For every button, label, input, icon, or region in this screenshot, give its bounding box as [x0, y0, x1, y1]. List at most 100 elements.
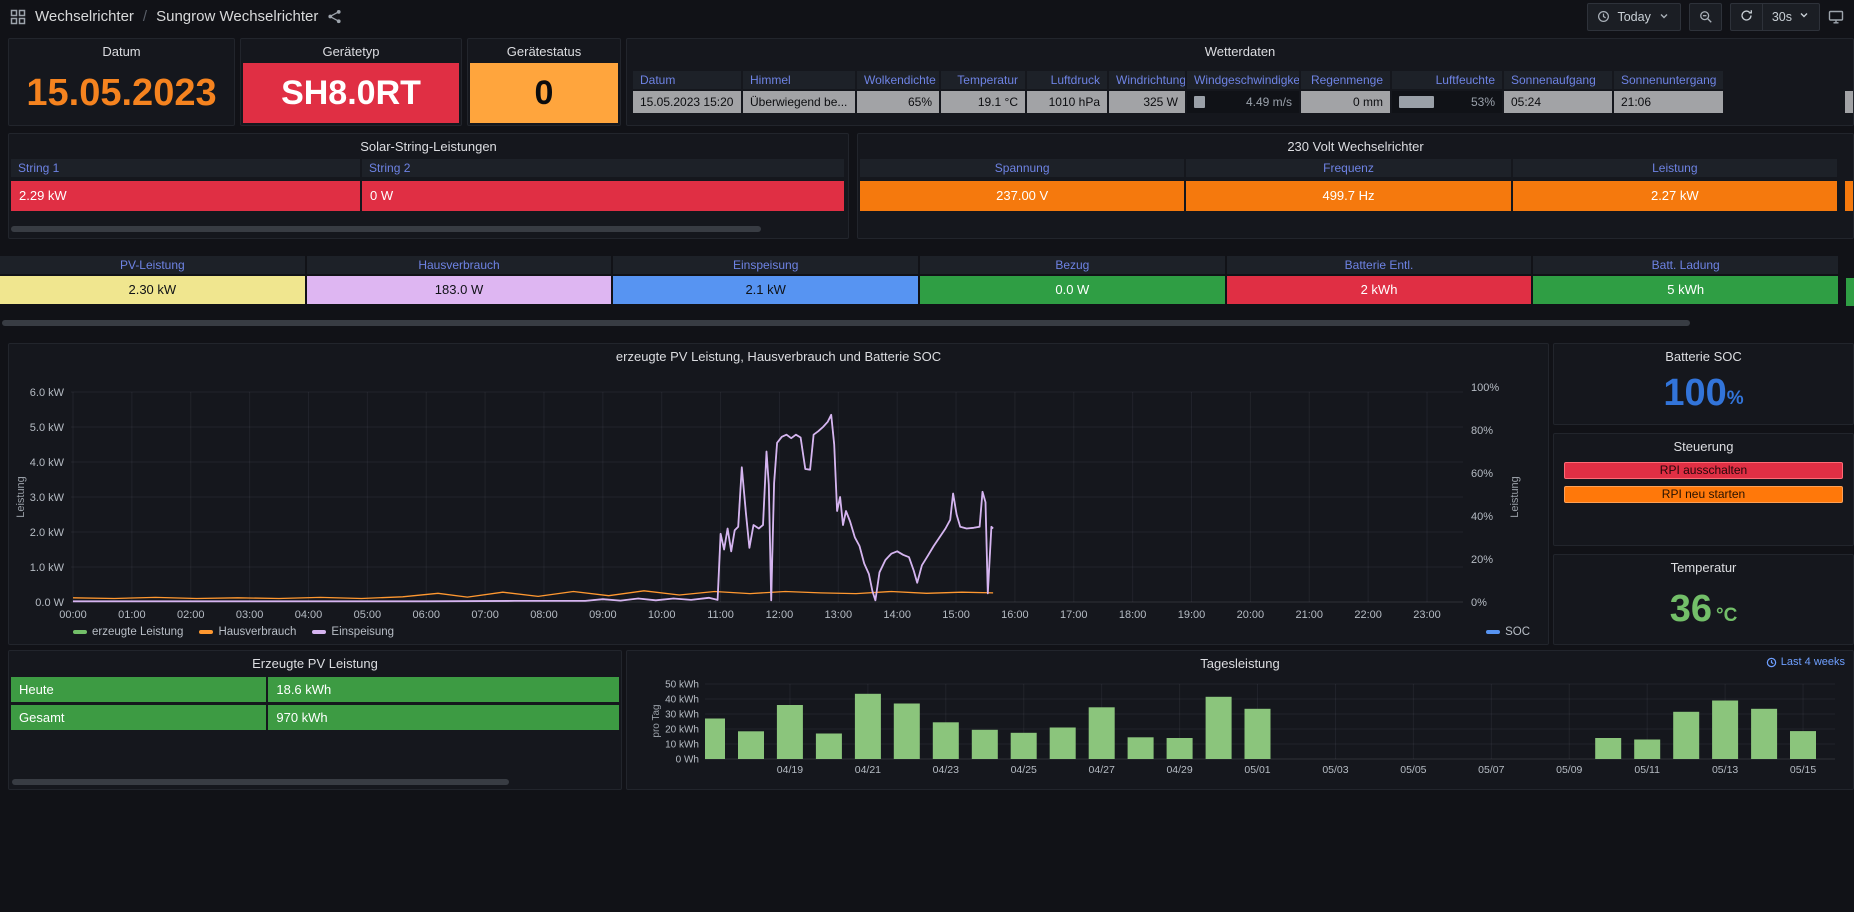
- weather-column: Luftdruck1010 hPa: [1027, 71, 1107, 113]
- flow-column: Batt. Ladung5 kWh: [1533, 256, 1838, 304]
- svg-text:02:00: 02:00: [177, 609, 205, 621]
- zoom-out-icon: [1699, 10, 1712, 23]
- bar: [855, 694, 881, 759]
- svg-text:14:00: 14:00: [883, 609, 911, 621]
- svg-text:1.0 kW: 1.0 kW: [30, 562, 65, 574]
- row-label-cell: Heute: [11, 677, 266, 702]
- panel-tagesleistung: Tagesleistung Last 4 weeks 0 Wh10 kWh20 …: [626, 650, 1854, 790]
- panel-temperatur: Temperatur 36°C: [1553, 554, 1854, 645]
- chart-legend-right: SOC: [1486, 626, 1530, 638]
- share-icon[interactable]: [327, 9, 342, 24]
- soc-number: 100: [1663, 372, 1726, 415]
- row-label-cell: Gesamt: [11, 705, 266, 730]
- time-override-badge: Last 4 weeks: [1766, 656, 1845, 668]
- svg-text:pro Tag: pro Tag: [651, 704, 662, 737]
- svg-text:6.0 kW: 6.0 kW: [30, 387, 65, 399]
- panel-datum: Datum 15.05.2023: [8, 38, 235, 126]
- svg-text:16:00: 16:00: [1001, 609, 1029, 621]
- column-header: Hausverbrauch: [307, 256, 612, 274]
- svg-text:0.0 W: 0.0 W: [35, 597, 64, 609]
- breadcrumb-page: Sungrow Wechselrichter: [156, 8, 318, 25]
- svg-text:0%: 0%: [1471, 597, 1487, 609]
- apps-grid-icon[interactable]: [10, 9, 26, 25]
- horizontal-scrollbar[interactable]: [2, 320, 1690, 326]
- svg-text:13:00: 13:00: [825, 609, 853, 621]
- panel-geraetestatus: Gerätestatus 0: [467, 38, 621, 126]
- horizontal-scrollbar[interactable]: [12, 779, 509, 785]
- refresh-icon: [1740, 9, 1753, 25]
- chevron-down-icon: [1798, 9, 1810, 24]
- refresh-button[interactable]: [1731, 4, 1762, 30]
- panel-title: Tagesleistung: [627, 654, 1853, 673]
- refresh-interval-dropdown[interactable]: 30s: [1762, 4, 1819, 30]
- legend-item[interactable]: SOC: [1486, 626, 1530, 638]
- clock-icon: [1597, 10, 1610, 23]
- bar: [1128, 737, 1154, 759]
- svg-text:01:00: 01:00: [118, 609, 146, 621]
- weather-cell: 21:06: [1614, 91, 1723, 113]
- ac-value-cell: 499.7 Hz: [1186, 181, 1510, 211]
- panel-energy-flow: PV-Leistung2.30 kWHausverbrauch183.0 WEi…: [0, 252, 1854, 336]
- legend-item[interactable]: Einspeisung: [312, 626, 394, 638]
- column-header: Windgeschwindigkeit: [1187, 71, 1299, 89]
- bar-chart-plot[interactable]: 0 Wh10 kWh20 kWh30 kWh40 kWh50 kWh04/190…: [629, 675, 1853, 787]
- panel-title: 230 Volt Wechselrichter: [858, 137, 1853, 156]
- svg-text:21:00: 21:00: [1296, 609, 1324, 621]
- weather-cell: 15.05.2023 15:20: [633, 91, 741, 113]
- legend-item[interactable]: Hausverbrauch: [199, 626, 296, 638]
- zoom-out-button[interactable]: [1689, 3, 1722, 31]
- bar: [816, 734, 842, 760]
- weather-column: Wolkendichte65%: [857, 71, 939, 113]
- column-header: Frequenz: [1186, 159, 1510, 177]
- svg-text:19:00: 19:00: [1178, 609, 1206, 621]
- flow-table: PV-Leistung2.30 kWHausverbrauch183.0 WEi…: [0, 256, 1840, 304]
- panel-steuerung: Steuerung RPI ausschalten RPI neu starten: [1553, 433, 1854, 546]
- svg-text:60%: 60%: [1471, 468, 1493, 480]
- bar: [972, 730, 998, 759]
- bar: [1245, 709, 1271, 759]
- column-header: String 1: [11, 159, 360, 177]
- breadcrumb-dashboard[interactable]: Wechselrichter: [35, 8, 134, 25]
- flow-value-cell: 0.0 W: [920, 276, 1225, 304]
- flow-column: Bezug0.0 W: [920, 256, 1225, 304]
- column-header: PV-Leistung: [0, 256, 305, 274]
- row-value-cell: 970 kWh: [268, 705, 619, 730]
- legend-label: erzeugte Leistung: [92, 626, 183, 638]
- horizontal-scrollbar[interactable]: [11, 226, 761, 232]
- flow-value-cell: 183.0 W: [307, 276, 612, 304]
- panel-wetterdaten: Wetterdaten Datum15.05.2023 15:20HimmelÜ…: [626, 38, 1854, 126]
- legend-item[interactable]: erzeugte Leistung: [73, 626, 183, 638]
- weather-cell: Überwiegend be...: [743, 91, 855, 113]
- rpi-control-button[interactable]: RPI neu starten: [1564, 486, 1843, 503]
- kiosk-monitor-icon[interactable]: [1828, 9, 1844, 25]
- refresh-control: 30s: [1730, 3, 1820, 31]
- overflow-column-sliver: [1845, 181, 1853, 211]
- rpi-control-button[interactable]: RPI ausschalten: [1564, 462, 1843, 479]
- svg-text:23:00: 23:00: [1413, 609, 1441, 621]
- svg-text:04/21: 04/21: [855, 764, 881, 776]
- time-override-label: Last 4 weeks: [1781, 656, 1845, 668]
- timeseries-plot[interactable]: 0.0 W1.0 kW2.0 kW3.0 kW4.0 kW5.0 kW6.0 k…: [11, 370, 1546, 622]
- column-header: Windrichtung: [1109, 71, 1185, 89]
- chart-legend: erzeugte Leistung Hausverbrauch Einspeisun…: [73, 626, 394, 638]
- panel-title: Datum: [9, 42, 234, 61]
- gauge-track: [1399, 96, 1465, 108]
- panel-pv-timeseries: erzeugte PV Leistung, Hausverbrauch und …: [8, 343, 1549, 645]
- svg-text:05/15: 05/15: [1790, 764, 1816, 776]
- svg-text:04/29: 04/29: [1166, 764, 1192, 776]
- legend-label: Einspeisung: [331, 626, 394, 638]
- time-range-picker[interactable]: Today: [1587, 3, 1680, 31]
- panel-title: Steuerung: [1554, 437, 1853, 456]
- flow-value-cell: 2.30 kW: [0, 276, 305, 304]
- series-Einspeisung: [73, 415, 993, 602]
- svg-text:04/27: 04/27: [1089, 764, 1115, 776]
- temperatur-unit: °C: [1716, 605, 1737, 627]
- weather-cell: 325 W: [1109, 91, 1185, 113]
- panel-title: Gerätestatus: [468, 42, 620, 61]
- panel-230v: 230 Volt Wechselrichter SpannungFrequenz…: [857, 133, 1854, 239]
- legend-swatch: [1486, 630, 1500, 634]
- solar-value-cell: 0 W: [362, 181, 844, 211]
- bar: [1089, 707, 1115, 759]
- svg-text:04/19: 04/19: [777, 764, 803, 776]
- svg-text:Leistung: Leistung: [15, 476, 27, 518]
